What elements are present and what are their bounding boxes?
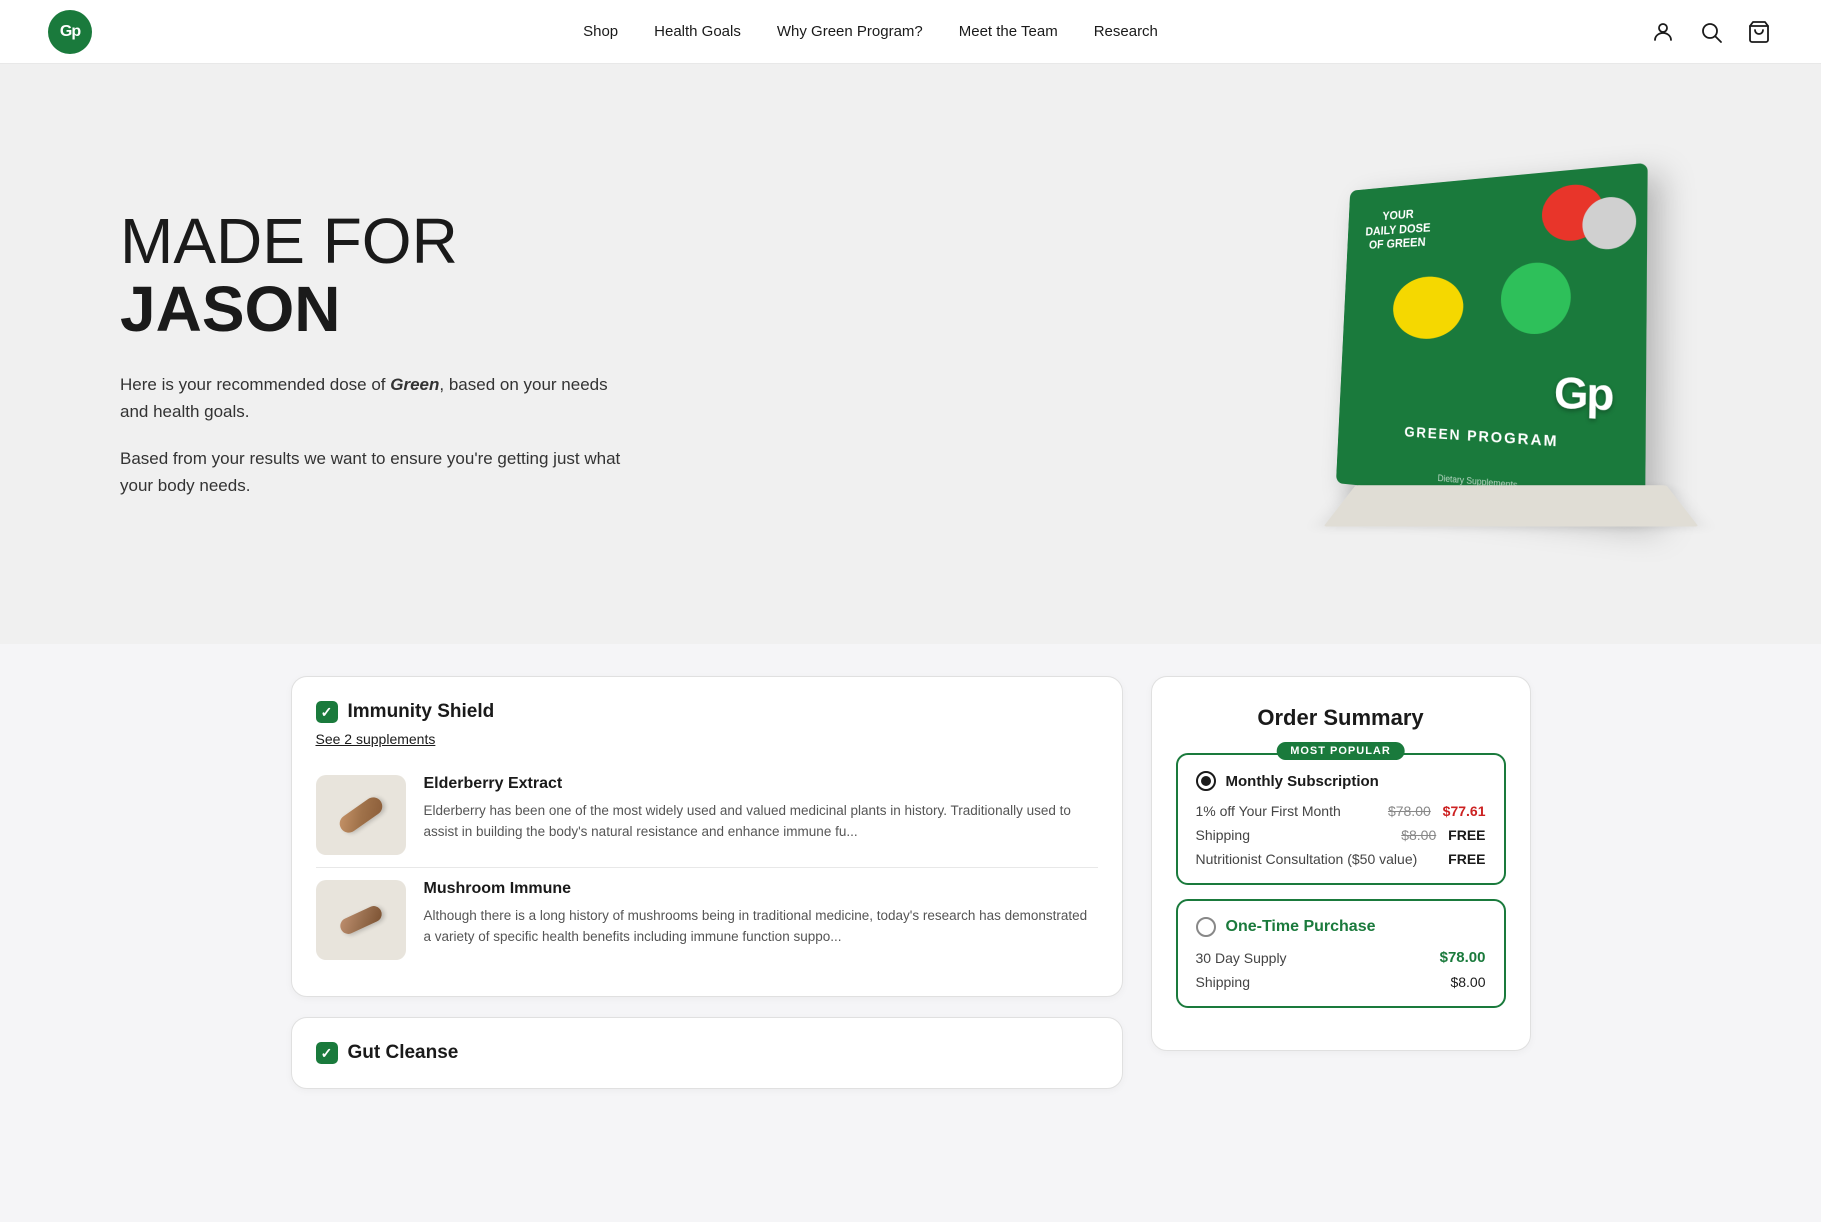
monthly-row-2: Shipping $8.00 FREE	[1196, 827, 1486, 843]
gut-cleanse-title: Gut Cleanse	[348, 1042, 459, 1064]
monthly-shipping-free: FREE	[1448, 827, 1485, 843]
monthly-row-1: 1% off Your First Month $78.00 $77.61	[1196, 803, 1486, 819]
monthly-plan[interactable]: MOST POPULAR Monthly Subscription 1% off…	[1176, 753, 1506, 885]
blob-yellow	[1392, 275, 1464, 339]
monthly-row-3-label: Nutritionist Consultation ($50 value)	[1196, 851, 1418, 867]
hero-text: MADE FOR JASON Here is your recommended …	[120, 208, 640, 499]
monthly-plan-header: Monthly Subscription	[1196, 771, 1486, 791]
product-box: YOURDAILY DOSEOF GREEN Gp GREEN PROGRAM …	[1336, 163, 1648, 514]
logo-text: Gp	[60, 23, 80, 41]
monthly-original-price: $78.00	[1388, 803, 1431, 819]
onetime-row-1-price: $78.00	[1440, 949, 1486, 966]
nav-item-health-goals[interactable]: Health Goals	[654, 23, 741, 40]
search-icon[interactable]	[1697, 18, 1725, 46]
elderberry-info: Elderberry Extract Elderberry has been o…	[424, 775, 1098, 843]
mushroom-desc: Although there is a long history of mush…	[424, 906, 1098, 948]
hero-title-bold: JASON	[120, 276, 640, 343]
onetime-row-2-price: $8.00	[1450, 974, 1485, 990]
hero-section: MADE FOR JASON Here is your recommended …	[0, 64, 1821, 644]
onetime-plan[interactable]: One-Time Purchase 30 Day Supply $78.00 S…	[1176, 899, 1506, 1008]
elderberry-desc: Elderberry has been one of the most wide…	[424, 801, 1098, 843]
immunity-shield-checkbox[interactable]	[316, 701, 338, 723]
elderberry-thumb	[316, 775, 406, 855]
product-shadow	[1323, 485, 1698, 526]
box-top-text: YOURDAILY DOSEOF GREEN	[1365, 205, 1432, 252]
mushroom-name: Mushroom Immune	[424, 880, 1098, 898]
gut-cleanse-card: Gut Cleanse	[291, 1017, 1123, 1089]
gut-cleanse-header: Gut Cleanse	[316, 1042, 1098, 1064]
hero-title: MADE FOR JASON	[120, 208, 640, 342]
monthly-plan-name: Monthly Subscription	[1226, 773, 1379, 790]
header: Gp Shop Health Goals Why Green Program? …	[0, 0, 1821, 64]
monthly-radio[interactable]	[1196, 771, 1216, 791]
onetime-row-1-label: 30 Day Supply	[1196, 950, 1287, 966]
onetime-row-1: 30 Day Supply $78.00	[1196, 949, 1486, 966]
monthly-row-1-prices: $78.00 $77.61	[1388, 803, 1486, 819]
monthly-row-2-label: Shipping	[1196, 827, 1251, 843]
right-column: Order Summary MOST POPULAR Monthly Subsc…	[1151, 676, 1531, 1051]
monthly-consult-free: FREE	[1448, 851, 1485, 867]
monthly-row-3: Nutritionist Consultation ($50 value) FR…	[1196, 851, 1486, 867]
onetime-row-2-label: Shipping	[1196, 974, 1251, 990]
order-summary-title: Order Summary	[1176, 705, 1506, 731]
most-popular-badge: MOST POPULAR	[1276, 742, 1405, 760]
nav-item-meet-team[interactable]: Meet the Team	[959, 23, 1058, 40]
mushroom-info: Mushroom Immune Although there is a long…	[424, 880, 1098, 948]
hero-desc-1: Here is your recommended dose of Green, …	[120, 375, 608, 421]
hero-title-light: MADE FOR	[120, 205, 458, 277]
nav-item-research[interactable]: Research	[1094, 23, 1158, 40]
order-summary: Order Summary MOST POPULAR Monthly Subsc…	[1151, 676, 1531, 1051]
nav-item-why-green[interactable]: Why Green Program?	[777, 23, 923, 40]
onetime-radio[interactable]	[1196, 917, 1216, 937]
see-supplements-link[interactable]: See 2 supplements	[316, 731, 436, 747]
immunity-shield-title: Immunity Shield	[348, 701, 495, 723]
box-brand-name: GREEN PROGRAM	[1404, 424, 1559, 451]
onetime-plan-header: One-Time Purchase	[1196, 917, 1486, 937]
elderberry-item: Elderberry Extract Elderberry has been o…	[316, 763, 1098, 867]
monthly-row-2-prices: $8.00 FREE	[1401, 827, 1485, 843]
main-nav: Shop Health Goals Why Green Program? Mee…	[583, 23, 1158, 40]
mushroom-capsule-icon	[337, 903, 384, 936]
mushroom-thumb	[316, 880, 406, 960]
left-column: Immunity Shield See 2 supplements Elderb…	[291, 676, 1123, 1089]
onetime-row-2: Shipping $8.00	[1196, 974, 1486, 990]
blob-green	[1500, 261, 1571, 334]
main-content: Immunity Shield See 2 supplements Elderb…	[211, 644, 1611, 1121]
hero-desc-2: Based from your results we want to ensur…	[120, 445, 640, 499]
immunity-shield-card: Immunity Shield See 2 supplements Elderb…	[291, 676, 1123, 997]
account-icon[interactable]	[1649, 18, 1677, 46]
monthly-row-1-label: 1% off Your First Month	[1196, 803, 1341, 819]
mushroom-item: Mushroom Immune Although there is a long…	[316, 867, 1098, 972]
immunity-shield-header: Immunity Shield	[316, 701, 1098, 723]
gut-cleanse-checkbox[interactable]	[316, 1042, 338, 1064]
hero-description: Here is your recommended dose of Green, …	[120, 371, 640, 500]
box-logo: Gp	[1554, 367, 1613, 421]
hero-brand-name: Green	[390, 375, 439, 394]
elderberry-capsule-icon	[336, 794, 386, 836]
header-icons	[1649, 18, 1773, 46]
monthly-shipping-original: $8.00	[1401, 827, 1436, 843]
monthly-discounted-price: $77.61	[1443, 803, 1486, 819]
logo[interactable]: Gp	[48, 10, 92, 54]
hero-product: YOURDAILY DOSEOF GREEN Gp GREEN PROGRAM …	[1221, 144, 1701, 564]
cart-icon[interactable]	[1745, 18, 1773, 46]
elderberry-name: Elderberry Extract	[424, 775, 1098, 793]
nav-item-shop[interactable]: Shop	[583, 23, 618, 40]
onetime-plan-name: One-Time Purchase	[1226, 918, 1376, 936]
